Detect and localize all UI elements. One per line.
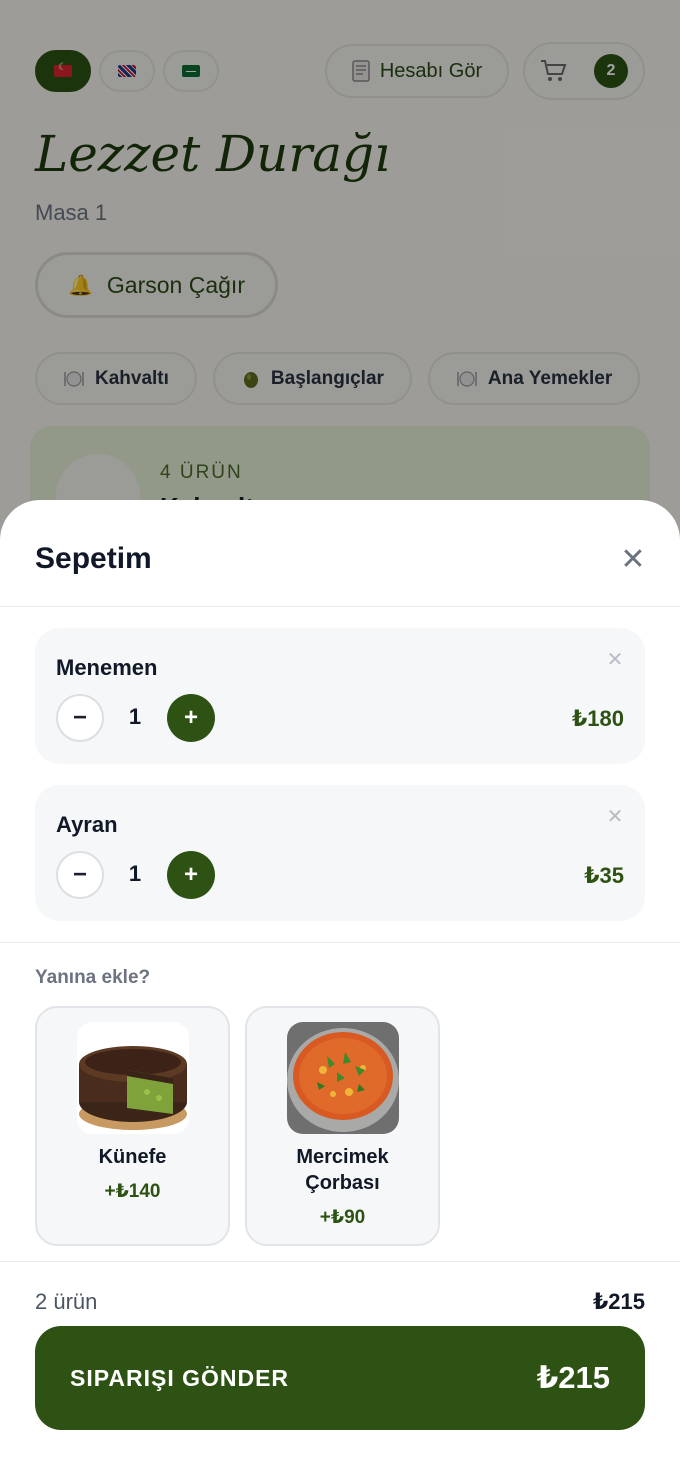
- mercimek-soup-image: [287, 1022, 399, 1134]
- upsell-price: +₺140: [104, 1181, 161, 1202]
- cart-item-price: ₺180: [571, 706, 624, 731]
- cart-title: Sepetim: [35, 542, 152, 575]
- cart-item-count: 2 ürün: [35, 1289, 98, 1314]
- quantity-value: 1: [128, 861, 142, 886]
- upsell-name: Künefe: [98, 1146, 167, 1168]
- decrease-quantity-button[interactable]: −: [56, 694, 104, 742]
- upsell-name: Mercimek Çorbası: [296, 1146, 389, 1194]
- submit-order-total: ₺215: [536, 1360, 610, 1395]
- upsell-card-mercimek-corbasi[interactable]: Mercimek Çorbası +₺90: [245, 1006, 440, 1246]
- submit-order-label: SIPARIŞI GÖNDER: [70, 1364, 290, 1391]
- cart-item-name: Menemen: [56, 655, 158, 680]
- kunefe-image: [77, 1022, 189, 1134]
- cart-item: Ayran ✕ − 1 + ₺35: [35, 785, 645, 921]
- cart-total: ₺215: [592, 1289, 645, 1314]
- upsell-card-kunefe[interactable]: Künefe +₺140: [35, 1006, 230, 1246]
- upsell-label: Yanına ekle?: [35, 967, 151, 988]
- increase-quantity-button[interactable]: +: [167, 851, 215, 899]
- cart-sheet: Sepetim ✕ Menemen ✕ − 1 + ₺180 Ayran ✕ −…: [0, 500, 680, 1472]
- upsell-price: +₺90: [319, 1207, 366, 1228]
- divider: [0, 606, 680, 607]
- cart-item: Menemen ✕ − 1 + ₺180: [35, 628, 645, 764]
- increase-quantity-button[interactable]: +: [167, 694, 215, 742]
- close-icon[interactable]: ✕: [616, 542, 650, 576]
- remove-item-icon[interactable]: ✕: [604, 805, 626, 828]
- cart-item-name: Ayran: [56, 812, 118, 837]
- cart-item-price: ₺35: [584, 863, 624, 888]
- remove-item-icon[interactable]: ✕: [604, 648, 626, 671]
- divider: [0, 1261, 680, 1262]
- divider: [0, 942, 680, 943]
- decrease-quantity-button[interactable]: −: [56, 851, 104, 899]
- submit-order-button[interactable]: SIPARIŞI GÖNDER ₺215: [35, 1326, 645, 1430]
- quantity-value: 1: [128, 704, 142, 729]
